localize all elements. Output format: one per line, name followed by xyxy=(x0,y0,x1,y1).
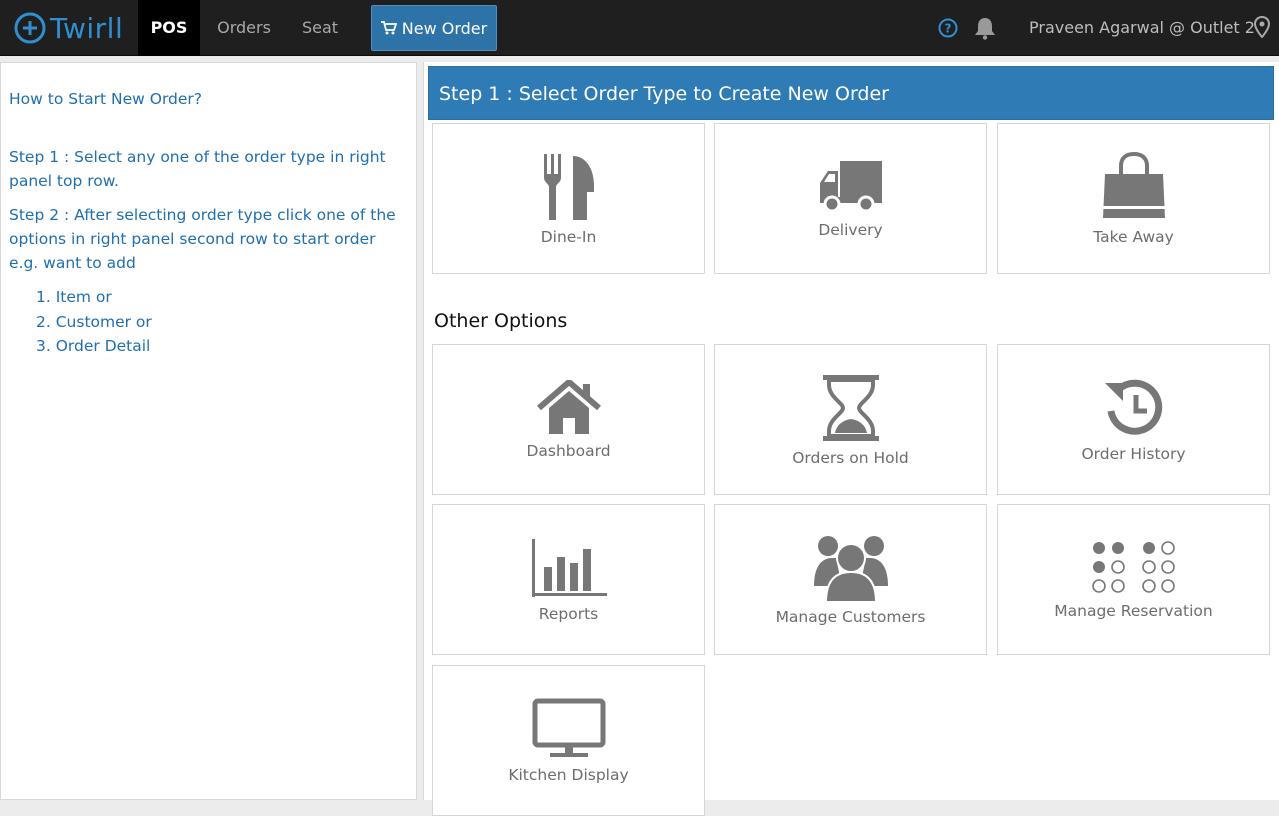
new-order-label: New Order xyxy=(401,18,488,38)
take-away-tile[interactable]: Take Away xyxy=(997,123,1270,274)
manage-customers-label: Manage Customers xyxy=(775,607,926,626)
orders-on-hold-tile[interactable]: Orders on Hold xyxy=(714,344,987,495)
help-title: How to Start New Order? xyxy=(9,90,203,108)
help-panel: How to Start New Order? Step 1 : Select … xyxy=(0,62,417,800)
help-list-item: 3. Order Detail xyxy=(36,337,151,355)
nav-pos[interactable]: POS xyxy=(138,0,200,56)
other-options-title: Other Options xyxy=(434,310,568,332)
order-history-tile[interactable]: Order History xyxy=(997,344,1270,495)
reports-tile[interactable]: Reports xyxy=(432,504,705,655)
delivery-label: Delivery xyxy=(818,220,883,239)
svg-text:?: ? xyxy=(945,22,952,36)
manage-reservation-tile[interactable]: Manage Reservation xyxy=(997,504,1270,655)
users-group-icon xyxy=(813,535,888,602)
kitchen-display-tile[interactable]: Kitchen Display xyxy=(432,665,705,816)
bell-icon[interactable] xyxy=(974,16,996,40)
step-header: Step 1 : Select Order Type to Create New… xyxy=(428,66,1274,120)
help-step-1: Step 1 : Select any one of the order typ… xyxy=(9,145,408,193)
top-bar: Twirll POS Orders Seat New Order ? Prave… xyxy=(0,0,1279,56)
order-history-label: Order History xyxy=(1081,444,1186,463)
step-2-label: Step 2 : xyxy=(9,206,70,224)
delivery-tile[interactable]: Delivery xyxy=(714,123,987,274)
bar-chart-icon xyxy=(531,538,607,597)
reports-label: Reports xyxy=(538,604,599,623)
kitchen-display-label: Kitchen Display xyxy=(508,765,629,784)
user-outlet-label[interactable]: Praveen Agarwal @ Outlet 2 xyxy=(1029,0,1255,56)
monitor-icon xyxy=(532,698,605,757)
help-step-2: Step 2 : After selecting order type clic… xyxy=(9,203,408,275)
shopping-bag-icon xyxy=(1102,151,1165,218)
truck-icon xyxy=(819,160,882,212)
hourglass-icon xyxy=(822,374,879,441)
help-icon[interactable]: ? xyxy=(938,18,958,38)
help-list: 1. Item or 2. Customer or 3. Order Detai… xyxy=(9,285,408,359)
manage-customers-tile[interactable]: Manage Customers xyxy=(714,504,987,655)
step-1-label: Step 1 : xyxy=(9,148,70,166)
nav-orders[interactable]: Orders xyxy=(205,0,283,56)
dine-in-tile[interactable]: Dine-In xyxy=(432,123,705,274)
order-type-panel: Step 1 : Select Order Type to Create New… xyxy=(423,62,1279,816)
dashboard-tile[interactable]: Dashboard xyxy=(432,344,705,495)
new-order-button[interactable]: New Order xyxy=(371,5,497,51)
take-away-label: Take Away xyxy=(1093,227,1174,246)
help-list-item: 1. Item or xyxy=(36,288,112,306)
location-pin-icon[interactable] xyxy=(1254,16,1270,38)
home-icon xyxy=(536,379,601,434)
manage-reservation-label: Manage Reservation xyxy=(1054,601,1213,620)
dine-in-label: Dine-In xyxy=(540,227,597,246)
cart-icon xyxy=(380,21,397,35)
history-icon xyxy=(1104,379,1162,435)
seat-grid-icon xyxy=(1091,540,1175,593)
logo-text: Twirll xyxy=(50,11,124,45)
nav-seat[interactable]: Seat xyxy=(288,0,352,56)
dashboard-label: Dashboard xyxy=(526,441,611,460)
orders-on-hold-label: Orders on Hold xyxy=(792,448,909,467)
fork-knife-icon xyxy=(543,153,594,220)
app-logo[interactable]: Twirll xyxy=(14,10,123,46)
help-list-item: 2. Customer or xyxy=(36,312,152,331)
logo-icon xyxy=(14,12,46,44)
